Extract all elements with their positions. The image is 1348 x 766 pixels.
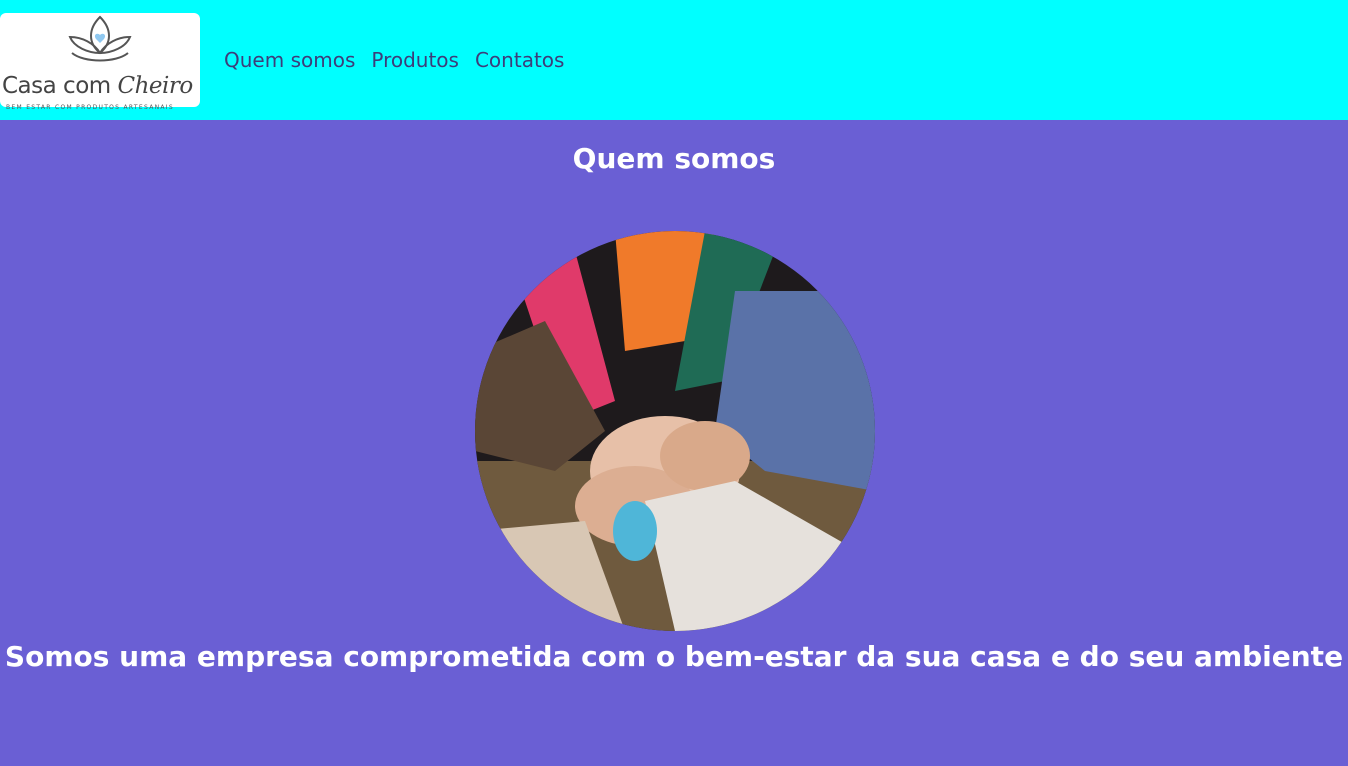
section-title: Quem somos xyxy=(572,142,776,175)
nav-link-produtos[interactable]: Produtos xyxy=(371,48,459,72)
site-header: Casa com Cheiro BEM ESTAR COM PRODUTOS A… xyxy=(0,0,1348,120)
nav-link-quem-somos[interactable]: Quem somos xyxy=(224,48,355,72)
team-hands-photo xyxy=(475,231,875,631)
main-nav: Quem somos Produtos Contatos xyxy=(224,48,564,72)
brand-name: Casa com Cheiro xyxy=(2,73,193,99)
nav-link-contatos[interactable]: Contatos xyxy=(475,48,564,72)
company-tagline: Somos uma empresa comprometida com o bem… xyxy=(4,640,1344,673)
brand-tagline: BEM ESTAR COM PRODUTOS ARTESANAIS xyxy=(6,104,174,111)
brand-logo[interactable]: Casa com Cheiro BEM ESTAR COM PRODUTOS A… xyxy=(0,13,200,111)
